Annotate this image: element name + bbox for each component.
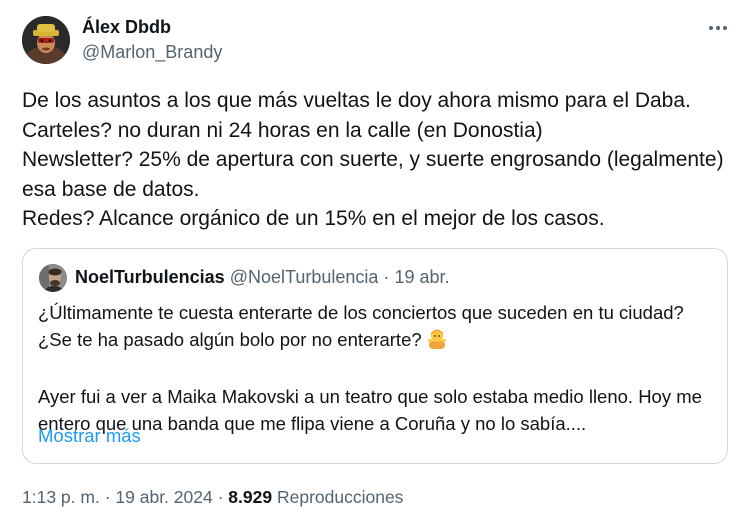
quoted-tweet[interactable]: NoelTurbulencias @NoelTurbulencia · 19 a… xyxy=(22,248,728,464)
quoted-text-line2: ¿Se te ha pasado algún bolo por no enter… xyxy=(38,329,422,350)
show-more-link[interactable]: Mostrar más xyxy=(38,424,141,448)
meta-separator: · xyxy=(104,487,111,507)
meta-separator: · xyxy=(217,487,224,507)
quoted-avatar-image xyxy=(39,264,67,292)
quoted-author-avatar[interactable] xyxy=(39,264,67,292)
quoted-date[interactable]: 19 abr. xyxy=(394,267,449,287)
tweet-text: De los asuntos a los que más vueltas le … xyxy=(22,89,724,230)
tweet-time[interactable]: 1:13 p. m. xyxy=(22,487,100,507)
views-count[interactable]: 8.929 xyxy=(228,487,272,507)
author-handle[interactable]: @Marlon_Brandy xyxy=(82,41,222,63)
quoted-separator: · xyxy=(383,267,390,287)
quoted-header: NoelTurbulencias @NoelTurbulencia · 19 a… xyxy=(75,266,449,288)
person-shrugging-icon xyxy=(426,327,448,356)
tweet-metadata: 1:13 p. m. · 19 abr. 2024 · 8.929 Reprod… xyxy=(22,486,403,508)
more-options-button[interactable] xyxy=(704,14,732,42)
avatar-image xyxy=(22,16,70,64)
author-display-name[interactable]: Álex Dbdb xyxy=(82,16,171,38)
quoted-handle[interactable]: @NoelTurbulencia xyxy=(230,267,379,287)
more-horizontal-icon xyxy=(709,26,727,30)
tweet-date[interactable]: 19 abr. 2024 xyxy=(115,487,212,507)
views-label[interactable]: Reproducciones xyxy=(277,487,403,507)
author-avatar[interactable] xyxy=(22,16,70,64)
tweet: Álex Dbdb @Marlon_Brandy De los asuntos … xyxy=(0,0,748,524)
quoted-text-line1: ¿Últimamente te cuesta enterarte de los … xyxy=(38,302,684,323)
quoted-text: ¿Últimamente te cuesta enterarte de los … xyxy=(38,299,718,437)
quoted-display-name[interactable]: NoelTurbulencias xyxy=(75,267,225,287)
